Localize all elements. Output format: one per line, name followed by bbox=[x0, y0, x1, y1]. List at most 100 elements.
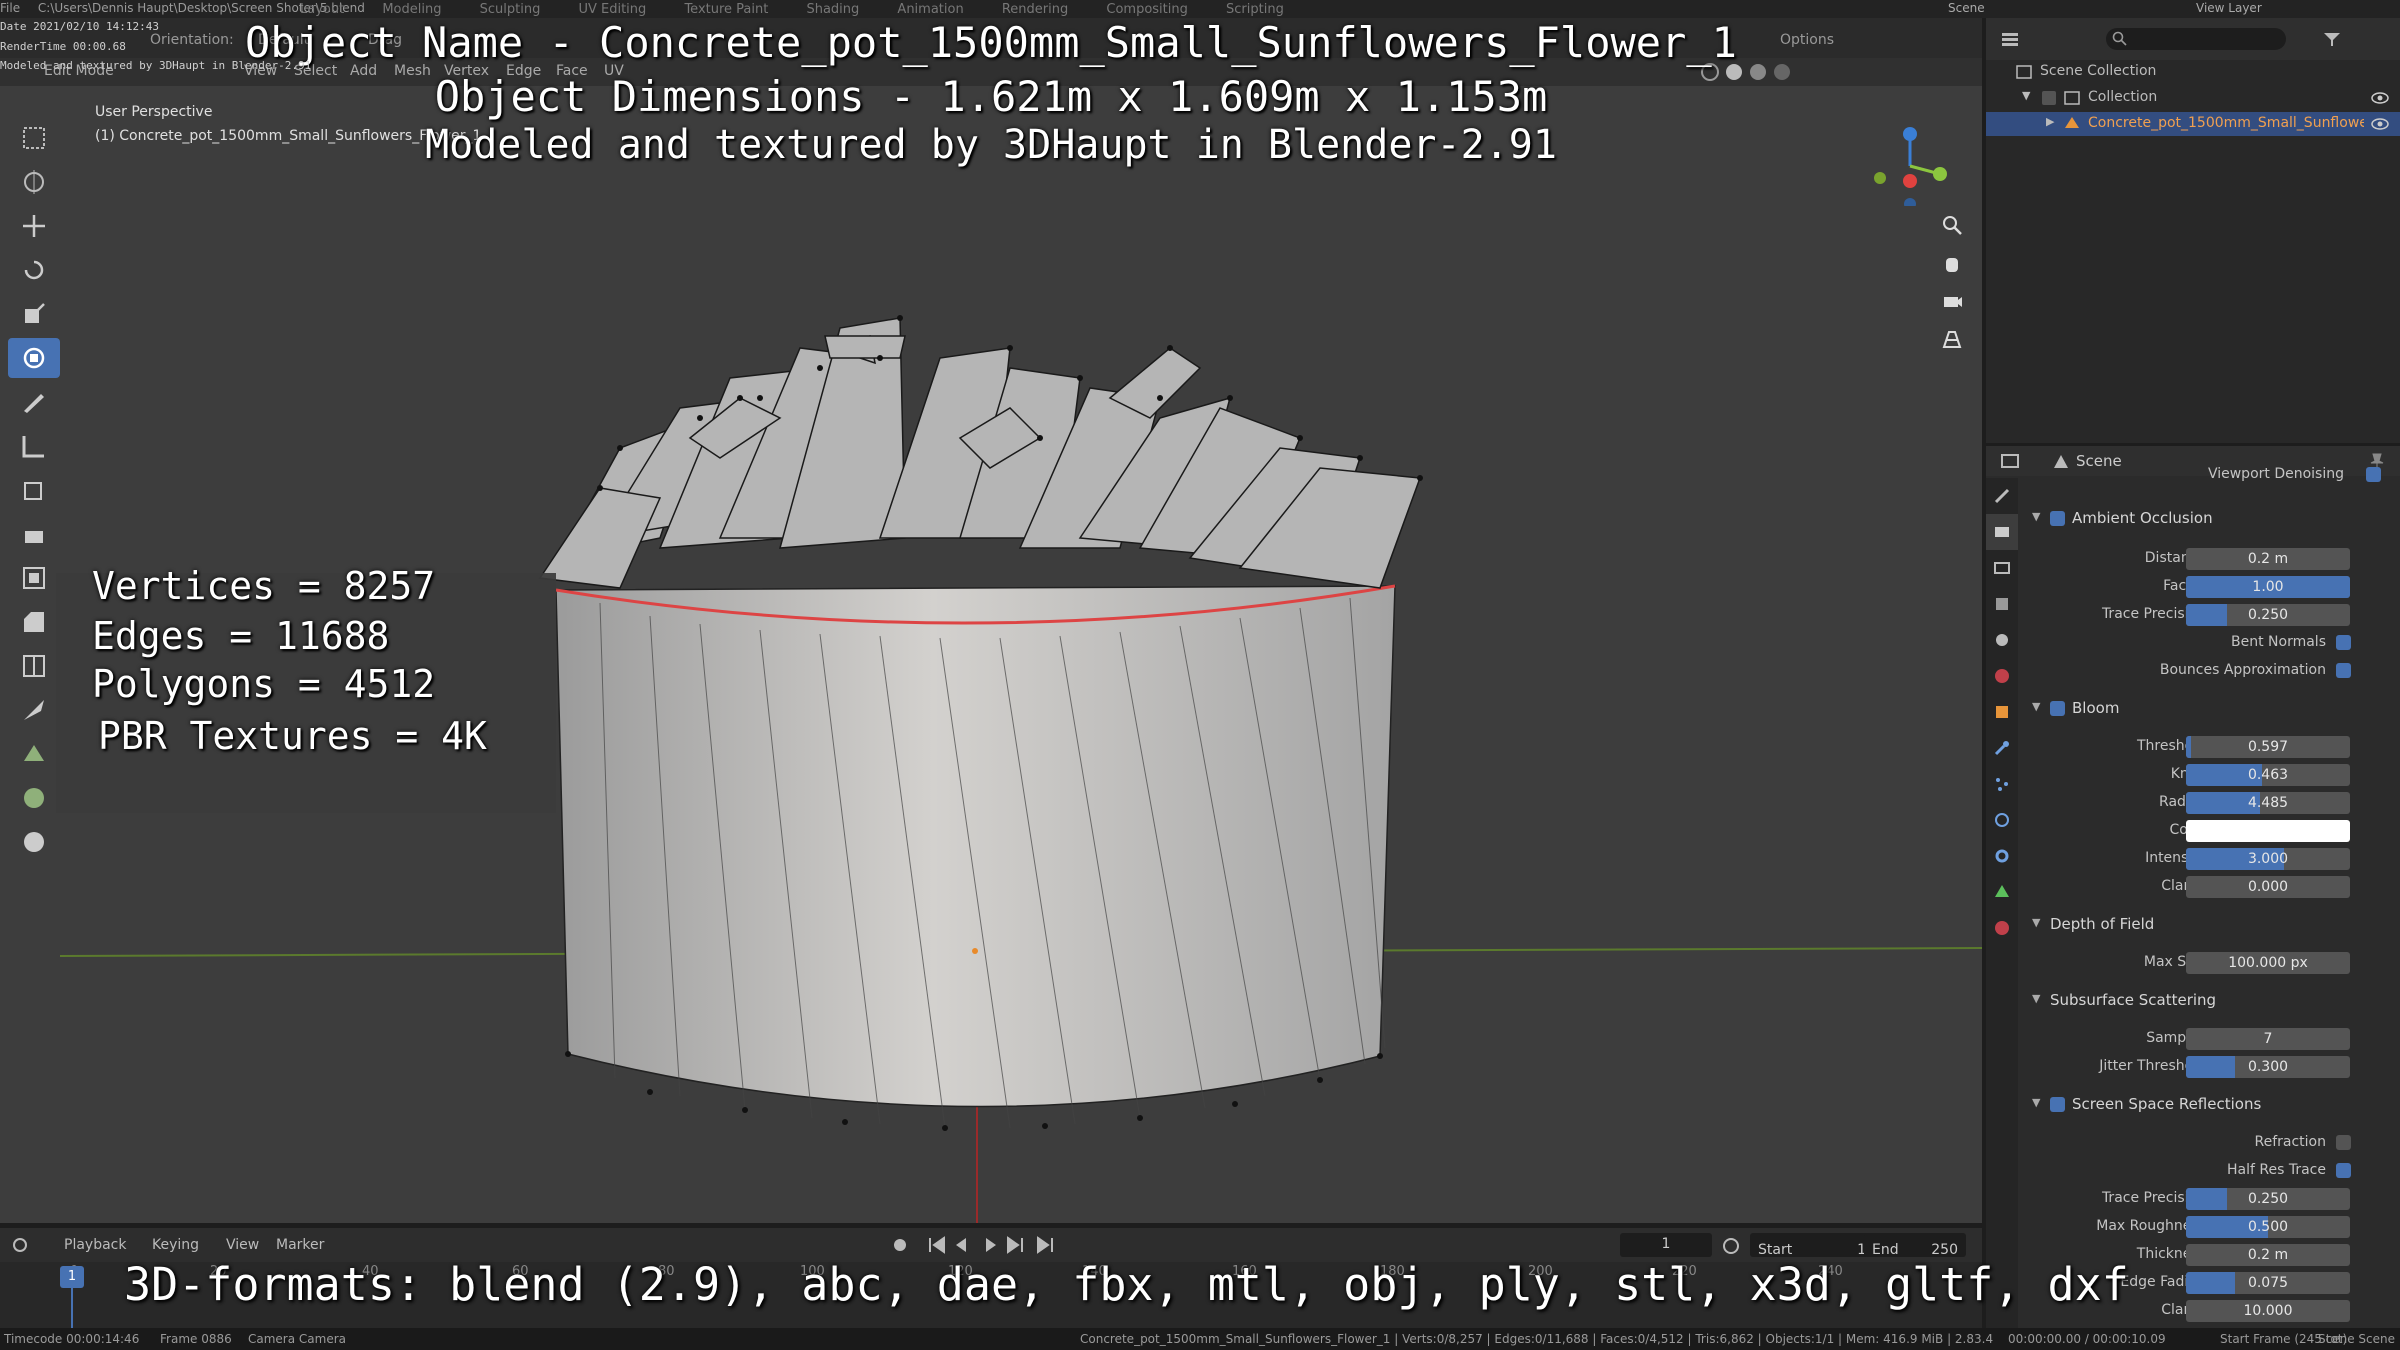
tab-sculpting[interactable]: Sculpting bbox=[480, 2, 541, 17]
max-size-field[interactable]: 100.000 px bbox=[2186, 952, 2350, 974]
end-frame-field[interactable]: End 250 bbox=[1864, 1233, 1966, 1258]
bloom-enable-checkbox[interactable] bbox=[2050, 701, 2065, 716]
bloom-panel[interactable]: ▼ Bloom bbox=[2026, 696, 2400, 722]
scale-tool[interactable] bbox=[8, 294, 60, 334]
bloom-color-swatch[interactable] bbox=[2186, 820, 2350, 842]
loop-cut-tool[interactable] bbox=[8, 646, 60, 686]
thickness-field[interactable]: 0.2 m bbox=[2186, 1244, 2350, 1266]
edge-fading-slider[interactable]: 0.075 bbox=[2186, 1272, 2350, 1294]
tab-scripting[interactable]: Scripting bbox=[1226, 2, 1284, 17]
menu-timeline-view[interactable]: View bbox=[226, 1237, 259, 1253]
rotate-tool[interactable] bbox=[8, 250, 60, 290]
half-res-checkbox[interactable] bbox=[2336, 1163, 2351, 1178]
knife-tool[interactable] bbox=[8, 690, 60, 730]
knee-slider[interactable]: 0.463 bbox=[2186, 764, 2350, 786]
editor-type-icon[interactable] bbox=[12, 1237, 38, 1257]
expand-arrow-icon[interactable]: ▼ bbox=[2022, 89, 2030, 102]
clock-icon[interactable] bbox=[1722, 1237, 1740, 1259]
tab-layout[interactable]: Layout bbox=[300, 2, 344, 17]
tab-constraints[interactable] bbox=[1986, 838, 2018, 874]
tab-animation[interactable]: Animation bbox=[897, 2, 963, 17]
tab-render[interactable] bbox=[1986, 514, 2018, 550]
annotate-tool[interactable] bbox=[8, 382, 60, 422]
tab-uv-editing[interactable]: UV Editing bbox=[578, 2, 646, 17]
ssr-enable-checkbox[interactable] bbox=[2050, 1097, 2065, 1112]
roughness-slider[interactable]: 0.500 bbox=[2186, 1216, 2350, 1238]
jitter-slider[interactable]: 0.300 bbox=[2186, 1056, 2350, 1078]
view-layer-selector[interactable]: View Layer bbox=[2196, 1, 2262, 15]
bevel-tool[interactable] bbox=[8, 602, 60, 642]
ao-trace-slider[interactable]: 0.250 bbox=[2186, 604, 2350, 626]
spin-tool[interactable] bbox=[8, 778, 60, 818]
panel-arrow-icon[interactable]: ▼ bbox=[2032, 1096, 2040, 1109]
panel-arrow-icon[interactable]: ▼ bbox=[2032, 700, 2040, 713]
tab-compositing[interactable]: Compositing bbox=[1106, 2, 1188, 17]
ssr-trace-slider[interactable]: 0.250 bbox=[2186, 1188, 2350, 1210]
smooth-tool[interactable] bbox=[8, 822, 60, 862]
menu-playback[interactable]: Playback bbox=[64, 1237, 126, 1253]
zoom-button[interactable] bbox=[1934, 208, 1970, 242]
ambient-occlusion-panel[interactable]: ▼ Ambient Occlusion bbox=[2026, 506, 2400, 532]
tab-rendering[interactable]: Rendering bbox=[1002, 2, 1068, 17]
panel-arrow-icon[interactable]: ▼ bbox=[2032, 992, 2040, 1005]
bounces-checkbox[interactable] bbox=[2336, 663, 2351, 678]
ssr-clamp-field[interactable]: 10.000 bbox=[2186, 1300, 2350, 1322]
viewport-denoising-checkbox[interactable] bbox=[2366, 467, 2381, 482]
filter-icon[interactable] bbox=[2322, 30, 2342, 48]
ao-factor-slider[interactable]: 1.00 bbox=[2186, 576, 2350, 598]
transform-tool[interactable] bbox=[8, 338, 60, 378]
threshold-slider[interactable]: 0.597 bbox=[2186, 736, 2350, 758]
tab-data[interactable] bbox=[1986, 874, 2018, 910]
depth-of-field-panel[interactable]: ▼ Depth of Field bbox=[2026, 912, 2400, 938]
add-cube-tool[interactable] bbox=[8, 470, 60, 510]
tab-object[interactable] bbox=[1986, 694, 2018, 730]
current-frame-field[interactable]: 1 bbox=[1620, 1233, 1712, 1257]
panel-arrow-icon[interactable]: ▼ bbox=[2032, 510, 2040, 523]
move-tool[interactable] bbox=[8, 206, 60, 246]
playback-controls[interactable] bbox=[890, 1234, 1070, 1260]
tab-scene[interactable] bbox=[1986, 622, 2018, 658]
menu-file[interactable]: File bbox=[0, 1, 20, 15]
tab-physics[interactable] bbox=[1986, 802, 2018, 838]
tab-modeling[interactable]: Modeling bbox=[382, 2, 441, 17]
extrude-tool[interactable] bbox=[8, 514, 60, 554]
start-frame-field[interactable]: Start 1 bbox=[1750, 1233, 1874, 1258]
menu-marker[interactable]: Marker bbox=[276, 1237, 324, 1253]
outliner-editor-icon[interactable] bbox=[2000, 30, 2020, 48]
eye-icon[interactable] bbox=[2370, 117, 2390, 131]
tab-texture-paint[interactable]: Texture Paint bbox=[684, 2, 768, 17]
outliner-object-row[interactable]: ▶ Concrete_pot_1500mm_Small_Sunflowers_F… bbox=[1986, 112, 2400, 136]
ao-enable-checkbox[interactable] bbox=[2050, 511, 2065, 526]
clamp-field[interactable]: 0.000 bbox=[2186, 876, 2350, 898]
subsurface-scattering-panel[interactable]: ▼ Subsurface Scattering bbox=[2026, 988, 2400, 1014]
measure-tool[interactable] bbox=[8, 426, 60, 466]
tab-tool[interactable] bbox=[1986, 478, 2018, 514]
properties-editor-icon[interactable] bbox=[2000, 453, 2020, 469]
playhead-frame-marker[interactable]: 1 bbox=[60, 1266, 84, 1288]
bent-normals-checkbox[interactable] bbox=[2336, 635, 2351, 650]
tab-shading[interactable]: Shading bbox=[806, 2, 859, 17]
ssr-panel[interactable]: ▼ Screen Space Reflections bbox=[2026, 1092, 2400, 1118]
menu-keying[interactable]: Keying bbox=[152, 1237, 199, 1253]
3d-viewport[interactable]: Orientation: Default Drag Options Edit M… bbox=[0, 18, 1982, 1223]
outliner-search-input[interactable] bbox=[2106, 28, 2286, 50]
inset-tool[interactable] bbox=[8, 558, 60, 598]
tab-particles[interactable] bbox=[1986, 766, 2018, 802]
ao-distance-field[interactable]: 0.2 m bbox=[2186, 548, 2350, 570]
perspective-toggle-button[interactable] bbox=[1934, 322, 1970, 356]
cursor-tool[interactable] bbox=[8, 162, 60, 202]
eye-icon[interactable] bbox=[2370, 91, 2390, 105]
panel-arrow-icon[interactable]: ▼ bbox=[2032, 916, 2040, 929]
pan-button[interactable] bbox=[1934, 246, 1970, 280]
tab-view-layer[interactable] bbox=[1986, 586, 2018, 622]
tab-material[interactable] bbox=[1986, 910, 2018, 946]
scene-selector[interactable]: Scene bbox=[1948, 1, 1985, 15]
outliner-collection[interactable]: ▼ Collection bbox=[1986, 86, 2400, 110]
refraction-checkbox[interactable] bbox=[2336, 1135, 2351, 1150]
tab-modifiers[interactable] bbox=[1986, 730, 2018, 766]
collection-checkbox[interactable] bbox=[2042, 91, 2056, 105]
samples-field[interactable]: 7 bbox=[2186, 1028, 2350, 1050]
tab-output[interactable] bbox=[1986, 550, 2018, 586]
outliner-scene-collection[interactable]: Scene Collection bbox=[1986, 60, 2400, 84]
poly-build-tool[interactable] bbox=[8, 734, 60, 774]
